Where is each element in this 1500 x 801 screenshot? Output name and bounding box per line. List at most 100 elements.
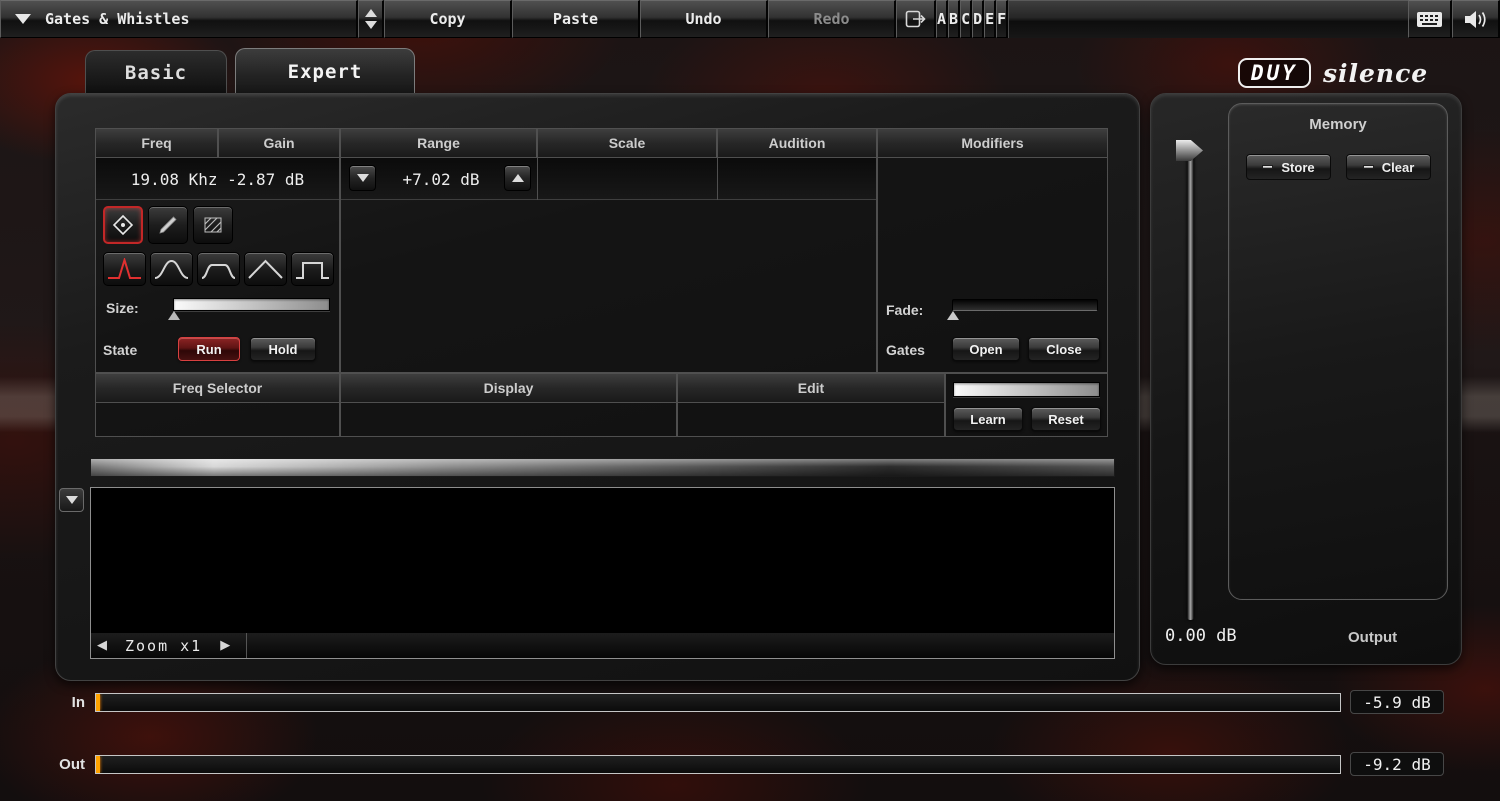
preset-selector[interactable]: Gates & Whistles [0, 0, 358, 38]
spike-curve-icon [107, 258, 142, 280]
zoom-bar: ◀ Zoom x1 ▶ [90, 633, 1115, 659]
duy-logo: DUY [1238, 58, 1311, 88]
pencil-tool-button[interactable] [148, 206, 188, 244]
memory-store-button[interactable]: Store [1246, 154, 1331, 180]
preset-slot-b[interactable]: B [948, 0, 960, 38]
range-value: +7.02 dB [382, 162, 500, 196]
notch-curve-button[interactable] [197, 252, 240, 286]
clear-label: Clear [1382, 160, 1415, 175]
spike-curve-button[interactable] [103, 252, 146, 286]
spectrum-scrollbar[interactable] [90, 458, 1115, 477]
in-meter-value: -5.9 dB [1350, 690, 1444, 714]
hatch-tool-button[interactable] [193, 206, 233, 244]
topbar: Gates & Whistles Copy Paste Undo Redo AB… [0, 0, 1500, 38]
bell-curve-button[interactable] [150, 252, 193, 286]
in-meter-label: In [53, 694, 85, 711]
fade-slider[interactable] [952, 299, 1098, 311]
size-label: Size: [106, 300, 139, 316]
export-button[interactable] [896, 0, 936, 38]
divider [246, 633, 247, 658]
learn-level-bar [953, 382, 1100, 397]
display-header: Display [340, 373, 677, 403]
keyboard-icon [1416, 10, 1443, 29]
freq-selector-panel [95, 402, 340, 437]
modifiers-header: Modifiers [877, 128, 1108, 158]
size-slider[interactable] [173, 298, 330, 311]
scale-header: Scale [537, 128, 717, 158]
divider [537, 157, 538, 200]
output-label: Output [1348, 629, 1397, 646]
tab-expert[interactable]: Expert [235, 48, 415, 95]
freq-selector-header: Freq Selector [95, 373, 340, 403]
paste-button[interactable]: Paste [512, 0, 640, 38]
slider-rows [340, 203, 877, 373]
spectrum-handle-button[interactable] [59, 488, 84, 512]
out-meter-peak [96, 756, 100, 773]
zoom-level: Zoom x1 [125, 637, 202, 655]
size-slider-marker[interactable] [168, 311, 180, 320]
gates-open-button[interactable]: Open [952, 337, 1020, 361]
spectrum-handle-icon [66, 496, 78, 504]
clear-led-icon [1363, 165, 1374, 169]
preset-name: Gates & Whistles [45, 10, 190, 28]
audition-header: Audition [717, 128, 877, 158]
square-curve-button[interactable] [291, 252, 334, 286]
undo-button[interactable]: Undo [640, 0, 768, 38]
zoom-out-button[interactable]: ◀ [91, 638, 113, 653]
edit-panel [677, 402, 945, 437]
memory-clear-button[interactable]: Clear [1346, 154, 1431, 180]
hatch-tool-icon [201, 213, 225, 237]
output-value: 0.00 dB [1165, 626, 1237, 646]
copy-button[interactable]: Copy [384, 0, 512, 38]
tab-basic[interactable]: Basic [85, 50, 227, 95]
duy-silence-plugin: Gates & Whistles Copy Paste Undo Redo AB… [0, 0, 1500, 801]
state-hold-button[interactable]: Hold [250, 337, 316, 361]
fade-slider-marker[interactable] [947, 311, 959, 320]
pencil-tool-icon [156, 213, 180, 237]
store-led-icon [1262, 165, 1273, 169]
preset-slot-row: ABCDEF [936, 0, 1008, 38]
memory-panel: Memory Store Clear [1228, 103, 1448, 600]
preset-slot-d[interactable]: D [972, 0, 984, 38]
preset-slot-c[interactable]: C [960, 0, 972, 38]
range-up-button[interactable] [504, 165, 531, 191]
reset-button[interactable]: Reset [1031, 407, 1101, 431]
node-tool-button[interactable] [103, 206, 143, 244]
vertical-slider[interactable] [1187, 150, 1194, 620]
topbar-spacer [1008, 0, 1408, 38]
freq-header: Freq [95, 128, 218, 158]
preset-slot-a[interactable]: A [936, 0, 948, 38]
spectrum-canvas [91, 488, 1114, 633]
out-meter-value: -9.2 dB [1350, 752, 1444, 776]
node-tool-icon [111, 213, 135, 237]
preset-slot-f[interactable]: F [996, 0, 1008, 38]
out-meter [95, 755, 1341, 774]
keyboard-button[interactable] [1408, 0, 1452, 38]
spectrum-display[interactable] [90, 487, 1115, 634]
speaker-icon [1463, 9, 1488, 30]
edit-header: Edit [677, 373, 945, 403]
preset-stepper[interactable] [358, 0, 384, 38]
learn-button[interactable]: Learn [953, 407, 1023, 431]
zoom-in-button[interactable]: ▶ [214, 638, 236, 653]
display-panel [340, 402, 677, 437]
triangle-curve-button[interactable] [244, 252, 287, 286]
in-meter [95, 693, 1341, 712]
range-up-icon [512, 174, 524, 182]
notch-curve-icon [201, 258, 236, 280]
gates-close-button[interactable]: Close [1028, 337, 1100, 361]
fade-label: Fade: [886, 302, 923, 318]
store-label: Store [1281, 160, 1314, 175]
out-meter-label: Out [48, 756, 85, 773]
state-label: State [103, 342, 137, 358]
gates-label: Gates [886, 342, 925, 358]
divider [717, 157, 718, 200]
state-run-button[interactable]: Run [178, 337, 240, 361]
export-icon [905, 10, 927, 28]
speaker-button[interactable] [1452, 0, 1500, 38]
range-down-button[interactable] [349, 165, 376, 191]
square-curve-icon [295, 258, 330, 280]
freq-gain-value: 19.08 Khz -2.87 dB [100, 162, 335, 196]
redo-button[interactable]: Redo [768, 0, 896, 38]
preset-slot-e[interactable]: E [984, 0, 996, 38]
